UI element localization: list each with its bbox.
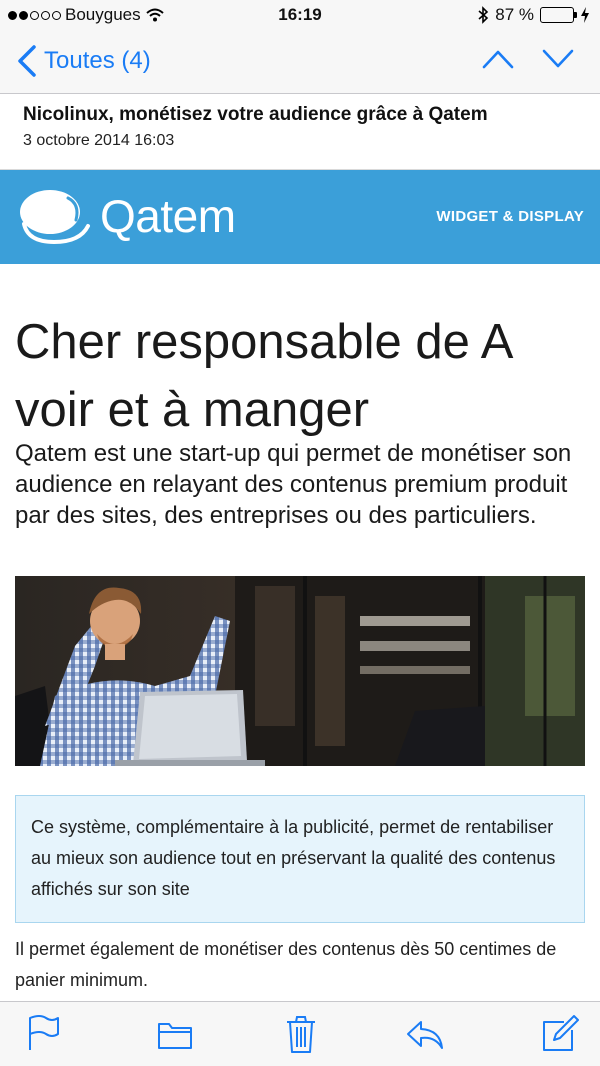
chevron-left-icon	[18, 45, 36, 77]
brand-name: Qatem	[100, 190, 236, 242]
delete-button[interactable]	[281, 1014, 321, 1059]
qatem-logo[interactable]: Qatem	[14, 186, 236, 246]
compose-icon	[543, 1015, 579, 1051]
status-bar: Bouygues 16:19 87 %	[0, 0, 600, 30]
email-subject: Nicolinux, monétisez votre audience grâc…	[23, 104, 488, 125]
reply-icon	[407, 1021, 443, 1049]
battery-icon	[540, 7, 577, 23]
callout-box: Ce système, complémentaire à la publicit…	[15, 795, 585, 923]
callout-text: Ce système, complémentaire à la publicit…	[31, 817, 556, 899]
flag-icon	[29, 1015, 59, 1050]
next-message-icon[interactable]	[542, 48, 574, 70]
flag-button[interactable]	[22, 1014, 62, 1059]
mail-nav-bar: Toutes (4)	[0, 30, 600, 94]
trash-icon	[287, 1016, 315, 1053]
email-headline: Cher responsable de A voir et à manger	[15, 315, 511, 437]
back-button[interactable]: Toutes (4)	[16, 44, 151, 78]
previous-message-icon[interactable]	[482, 48, 514, 70]
charging-icon	[581, 7, 589, 23]
bluetooth-icon	[478, 6, 489, 24]
battery-percentage: 87 %	[495, 5, 534, 24]
newsletter-banner: Qatem WIDGET & DISPLAY	[0, 170, 600, 264]
brand-tagline: WIDGET & DISPLAY	[436, 208, 584, 225]
relaxed-man-laptop-photo	[15, 576, 585, 766]
body-paragraph: Il permet également de monétiser des con…	[15, 939, 557, 990]
mail-toolbar	[0, 1001, 600, 1066]
speech-bubble-logo-icon	[20, 190, 90, 245]
reply-button[interactable]	[405, 1014, 445, 1059]
email-header: Nicolinux, monétisez votre audience grâc…	[0, 94, 600, 170]
hero-image	[15, 576, 585, 766]
move-to-folder-button[interactable]	[155, 1014, 195, 1059]
email-date: 3 octobre 2014 16:03	[23, 132, 175, 149]
folder-icon	[158, 1023, 192, 1049]
compose-button[interactable]	[540, 1014, 580, 1059]
back-button-label: Toutes (4)	[44, 47, 151, 74]
intro-paragraph: Qatem est une start-up qui permet de mon…	[15, 440, 572, 529]
